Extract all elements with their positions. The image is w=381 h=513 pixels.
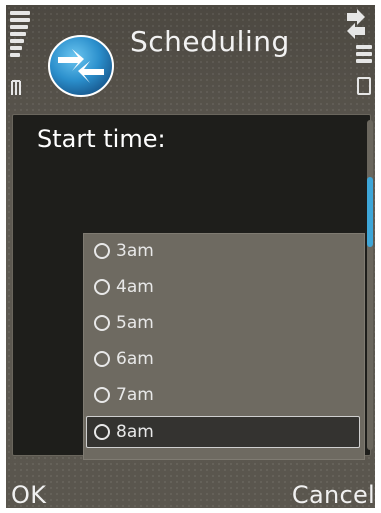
ok-softkey[interactable]: OK [11,481,46,508]
page-title: Scheduling [130,25,290,58]
radio-button[interactable] [94,351,110,367]
field-label: Start time: [37,125,166,153]
sync-arrows-icon [48,35,114,97]
radio-button[interactable] [94,279,110,295]
radio-button[interactable] [94,315,110,331]
data-connection-icon [343,7,369,43]
signal-strength-indicator [10,11,30,60]
list-item-selected[interactable]: 8am [86,416,360,448]
radio-button[interactable] [94,424,110,440]
list-item[interactable]: 7am [84,378,364,412]
time-options-list[interactable]: 3am 4am 5am 6am 7am 8am [83,233,365,460]
battery-icon [357,77,371,95]
antenna-icon [10,77,26,97]
list-item[interactable]: 5am [84,306,364,340]
scrollbar-thumb[interactable] [367,177,373,247]
scrollbar[interactable] [367,120,373,450]
phone-screen: Scheduling Start time: 3am 4am 5am 6am 7… [6,5,375,508]
cancel-softkey[interactable]: Cancel [292,481,375,508]
battery-level-indicator [352,45,372,66]
radio-button[interactable] [94,243,110,259]
radio-button[interactable] [94,387,110,403]
list-item[interactable]: 6am [84,342,364,376]
list-item[interactable]: 3am [84,234,364,268]
list-item[interactable]: 4am [84,270,364,304]
